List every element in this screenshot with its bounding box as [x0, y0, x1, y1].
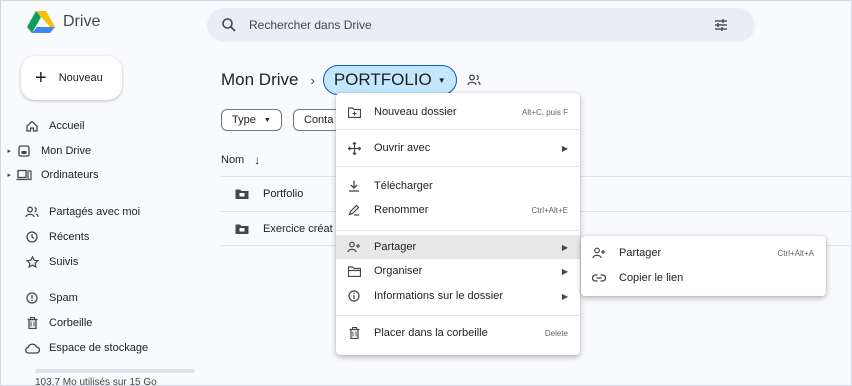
- sidebar-item-spam[interactable]: Spam: [1, 287, 78, 309]
- sidebar-item-computers[interactable]: ▸ Ordinateurs: [1, 164, 98, 186]
- submenu-item-share[interactable]: Partager Ctrl+Alt+A: [581, 241, 826, 265]
- folder-icon: [235, 189, 249, 199]
- menu-item-move-to-trash[interactable]: Placer dans la corbeille Delete: [336, 321, 580, 345]
- sidebar-item-shared[interactable]: Partagés avec moi: [1, 201, 140, 223]
- share-person-add-icon: [591, 246, 607, 260]
- open-with-icon: [346, 141, 362, 155]
- submenu-arrow-icon: ▶: [561, 266, 568, 276]
- chevron-right-icon: ›: [310, 72, 315, 88]
- rename-pencil-icon: [346, 203, 362, 217]
- storage-usage-text: 103,7 Mo utilisés sur 15 Go: [35, 377, 157, 386]
- menu-item-download[interactable]: Télécharger: [336, 174, 580, 198]
- menu-divider: [336, 230, 580, 231]
- search-bar[interactable]: Rechercher dans Drive: [207, 8, 755, 42]
- home-icon: [23, 119, 41, 133]
- download-icon: [346, 179, 362, 193]
- search-input[interactable]: Rechercher dans Drive: [249, 18, 372, 32]
- menu-item-rename[interactable]: Renommer Ctrl+Alt+E: [336, 198, 580, 222]
- menu-item-folder-info[interactable]: Informations sur le dossier ▶: [336, 284, 580, 308]
- organize-folder-icon: [346, 264, 362, 278]
- breadcrumb-root[interactable]: Mon Drive: [221, 70, 298, 90]
- sidebar-item-starred[interactable]: Suivis: [1, 251, 78, 273]
- computers-icon: [15, 168, 33, 182]
- table-row[interactable]: Exercice créat: [221, 219, 333, 239]
- search-icon[interactable]: [221, 17, 237, 33]
- folder-context-menu: Nouveau dossier Alt+C, puis F Ouvrir ave…: [336, 93, 580, 355]
- plus-icon: +: [35, 67, 47, 89]
- spam-icon: [23, 291, 41, 305]
- expand-caret-icon[interactable]: ▸: [1, 147, 11, 155]
- shared-icon: [23, 205, 41, 219]
- folder-icon: [235, 224, 249, 234]
- submenu-arrow-icon: ▶: [561, 291, 568, 301]
- star-icon: [23, 255, 41, 269]
- submenu-arrow-icon: ▶: [561, 143, 568, 153]
- new-button-label: Nouveau: [58, 72, 103, 84]
- menu-item-open-with[interactable]: Ouvrir avec ▶: [336, 136, 580, 160]
- sidebar-item-my-drive[interactable]: ▸ Mon Drive: [1, 140, 91, 162]
- my-drive-icon: [15, 144, 33, 158]
- sort-down-arrow-icon[interactable]: ↓: [254, 153, 260, 167]
- new-folder-icon: [346, 105, 362, 119]
- drive-window: Drive Rechercher dans Drive + Nouveau Ac…: [0, 0, 852, 386]
- share-person-add-icon: [346, 240, 362, 254]
- menu-item-organize[interactable]: Organiser ▶: [336, 259, 580, 283]
- menu-divider: [336, 166, 580, 167]
- type-filter-chip[interactable]: Type ▼: [221, 109, 282, 131]
- app-title: Drive: [63, 13, 101, 30]
- expand-caret-icon[interactable]: ▸: [1, 171, 11, 179]
- search-options-icon[interactable]: [713, 17, 729, 33]
- drive-logo-icon: [27, 11, 55, 33]
- dropdown-arrow-icon: ▼: [263, 116, 271, 124]
- app-logo[interactable]: Drive: [27, 10, 100, 34]
- share-submenu: Partager Ctrl+Alt+A Copier le lien: [581, 236, 826, 296]
- sidebar-item-trash[interactable]: Corbeille: [1, 312, 92, 334]
- menu-divider: [336, 129, 580, 130]
- table-row[interactable]: Portfolio: [221, 184, 303, 204]
- menu-divider: [336, 315, 580, 316]
- link-icon: [591, 271, 607, 285]
- breadcrumb: Mon Drive › PORTFOLIO ▼: [221, 65, 481, 95]
- sidebar-item-recent[interactable]: Récents: [1, 226, 89, 248]
- info-icon: [346, 289, 362, 303]
- sidebar-item-home[interactable]: Accueil: [1, 115, 84, 137]
- menu-item-new-folder[interactable]: Nouveau dossier Alt+C, puis F: [336, 100, 580, 124]
- trash-icon: [23, 316, 41, 330]
- name-column-header[interactable]: Nom ↓: [221, 153, 260, 167]
- cloud-icon: [23, 341, 41, 355]
- submenu-arrow-icon: ▶: [561, 242, 568, 252]
- submenu-item-copy-link[interactable]: Copier le lien: [581, 266, 826, 290]
- trash-icon: [346, 326, 362, 340]
- storage-usage-bar: [35, 369, 195, 373]
- new-button[interactable]: + Nouveau: [21, 56, 122, 100]
- folder-name: PORTFOLIO: [333, 70, 432, 89]
- dropdown-arrow-icon: ▼: [437, 75, 446, 85]
- menu-item-share[interactable]: Partager ▶: [336, 235, 580, 259]
- clock-icon: [23, 230, 41, 244]
- shared-folder-icon[interactable]: [467, 74, 481, 86]
- sidebar-item-storage[interactable]: Espace de stockage: [1, 337, 148, 359]
- breadcrumb-folder-button[interactable]: PORTFOLIO ▼: [322, 65, 457, 95]
